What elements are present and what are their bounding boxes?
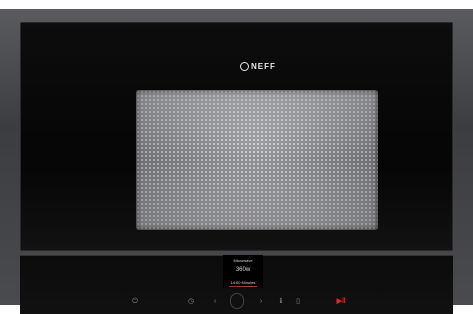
- brand-logo: NEFF: [240, 60, 280, 72]
- selector-knob[interactable]: [230, 293, 244, 309]
- microwave-door[interactable]: NEFF: [20, 22, 453, 251]
- built-in-microwave: NEFF Microwave 360w 14:00 Minutes ⏻ ◷ ‹ …: [0, 0, 473, 314]
- display-underline: [229, 286, 257, 287]
- start-stop-icon[interactable]: ▶‖: [336, 298, 346, 308]
- chevron-right-icon[interactable]: ›: [256, 298, 266, 308]
- viewing-window: [136, 90, 378, 230]
- power-icon[interactable]: ⏻: [130, 298, 140, 308]
- display-screen: Microwave 360w 14:00 Minutes: [223, 255, 263, 288]
- display-mode: Microwave: [233, 258, 253, 263]
- brand-logo-text: NEFF: [251, 61, 276, 71]
- menu-icon[interactable]: ▯: [293, 298, 303, 308]
- brand-logo-mark: [240, 61, 249, 71]
- info-icon[interactable]: ℹ: [276, 298, 286, 308]
- chevron-left-icon[interactable]: ‹: [210, 298, 220, 308]
- timer-icon[interactable]: ◷: [186, 298, 196, 308]
- display-power: 360w: [235, 267, 251, 273]
- display-time: 14:00 Minutes: [230, 280, 256, 285]
- window-mesh-shading: [136, 90, 378, 230]
- control-panel: Microwave 360w 14:00 Minutes ⏻ ◷ ‹ › ℹ ▯…: [20, 255, 453, 314]
- appliance-frame: NEFF Microwave 360w 14:00 Minutes ⏻ ◷ ‹ …: [0, 9, 473, 314]
